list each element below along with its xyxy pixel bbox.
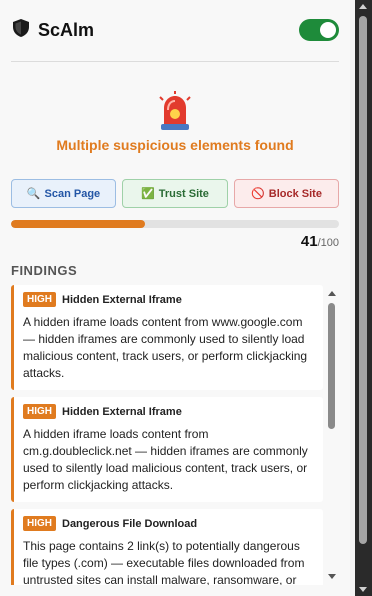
siren-icon: [159, 91, 191, 130]
toggle-knob: [320, 22, 336, 38]
findings-list[interactable]: HIGH Hidden External Iframe A hidden ifr…: [11, 285, 323, 585]
magnifier-icon: 🔍: [26, 188, 41, 200]
severity-badge: HIGH: [23, 404, 56, 419]
block-site-button[interactable]: 🚫 Block Site: [234, 179, 339, 208]
finding-title: Dangerous File Download: [62, 517, 198, 530]
no-entry-icon: 🚫: [251, 188, 265, 200]
shield-icon: [13, 19, 29, 37]
divider: [11, 61, 339, 62]
trust-site-label: Trust Site: [158, 187, 209, 200]
finding-description: This page contains 2 link(s) to potentia…: [23, 539, 305, 585]
finding-item: HIGH Hidden External Iframe A hidden ifr…: [11, 397, 323, 502]
scroll-down-arrow-icon[interactable]: [359, 587, 367, 592]
scroll-down-arrow-icon[interactable]: [328, 574, 336, 579]
severity-badge: HIGH: [23, 516, 56, 531]
finding-description: A hidden iframe loads content from cm.g.…: [23, 427, 308, 492]
severity-badge: HIGH: [23, 292, 56, 307]
status-message: Multiple suspicious elements found: [56, 137, 294, 153]
trust-site-button[interactable]: ✅ Trust Site: [122, 179, 228, 208]
risk-progress-bar: [11, 220, 339, 228]
popup-scroll-thumb[interactable]: [359, 16, 367, 544]
header: ScAlm: [11, 14, 339, 48]
popup-scrollbar[interactable]: [355, 0, 372, 596]
findings-heading: FINDINGS: [11, 263, 78, 278]
check-icon: ✅: [141, 188, 155, 200]
protection-toggle[interactable]: [299, 19, 339, 41]
risk-score: 41/100: [301, 233, 339, 250]
findings-scrollbar[interactable]: [325, 289, 339, 581]
risk-progress-fill: [11, 220, 146, 228]
finding-description: A hidden iframe loads content from www.g…: [23, 315, 308, 380]
findings-scroll-thumb[interactable]: [328, 303, 335, 429]
finding-item: HIGH Dangerous File Download This page c…: [11, 509, 323, 585]
app-title: ScAlm: [38, 20, 95, 40]
scan-page-button[interactable]: 🔍 Scan Page: [11, 179, 116, 208]
finding-title: Hidden External Iframe: [62, 405, 182, 418]
finding-title: Hidden External Iframe: [62, 293, 182, 306]
scroll-up-arrow-icon[interactable]: [328, 291, 336, 296]
risk-score-max: /100: [317, 237, 339, 249]
scan-page-label: Scan Page: [44, 187, 101, 200]
risk-score-value: 41: [300, 233, 318, 250]
block-site-label: Block Site: [268, 187, 322, 200]
finding-item: HIGH Hidden External Iframe A hidden ifr…: [11, 285, 323, 390]
scroll-up-arrow-icon[interactable]: [359, 4, 367, 9]
extension-popup: ScAlm Multiple suspicious elements found…: [0, 0, 350, 596]
